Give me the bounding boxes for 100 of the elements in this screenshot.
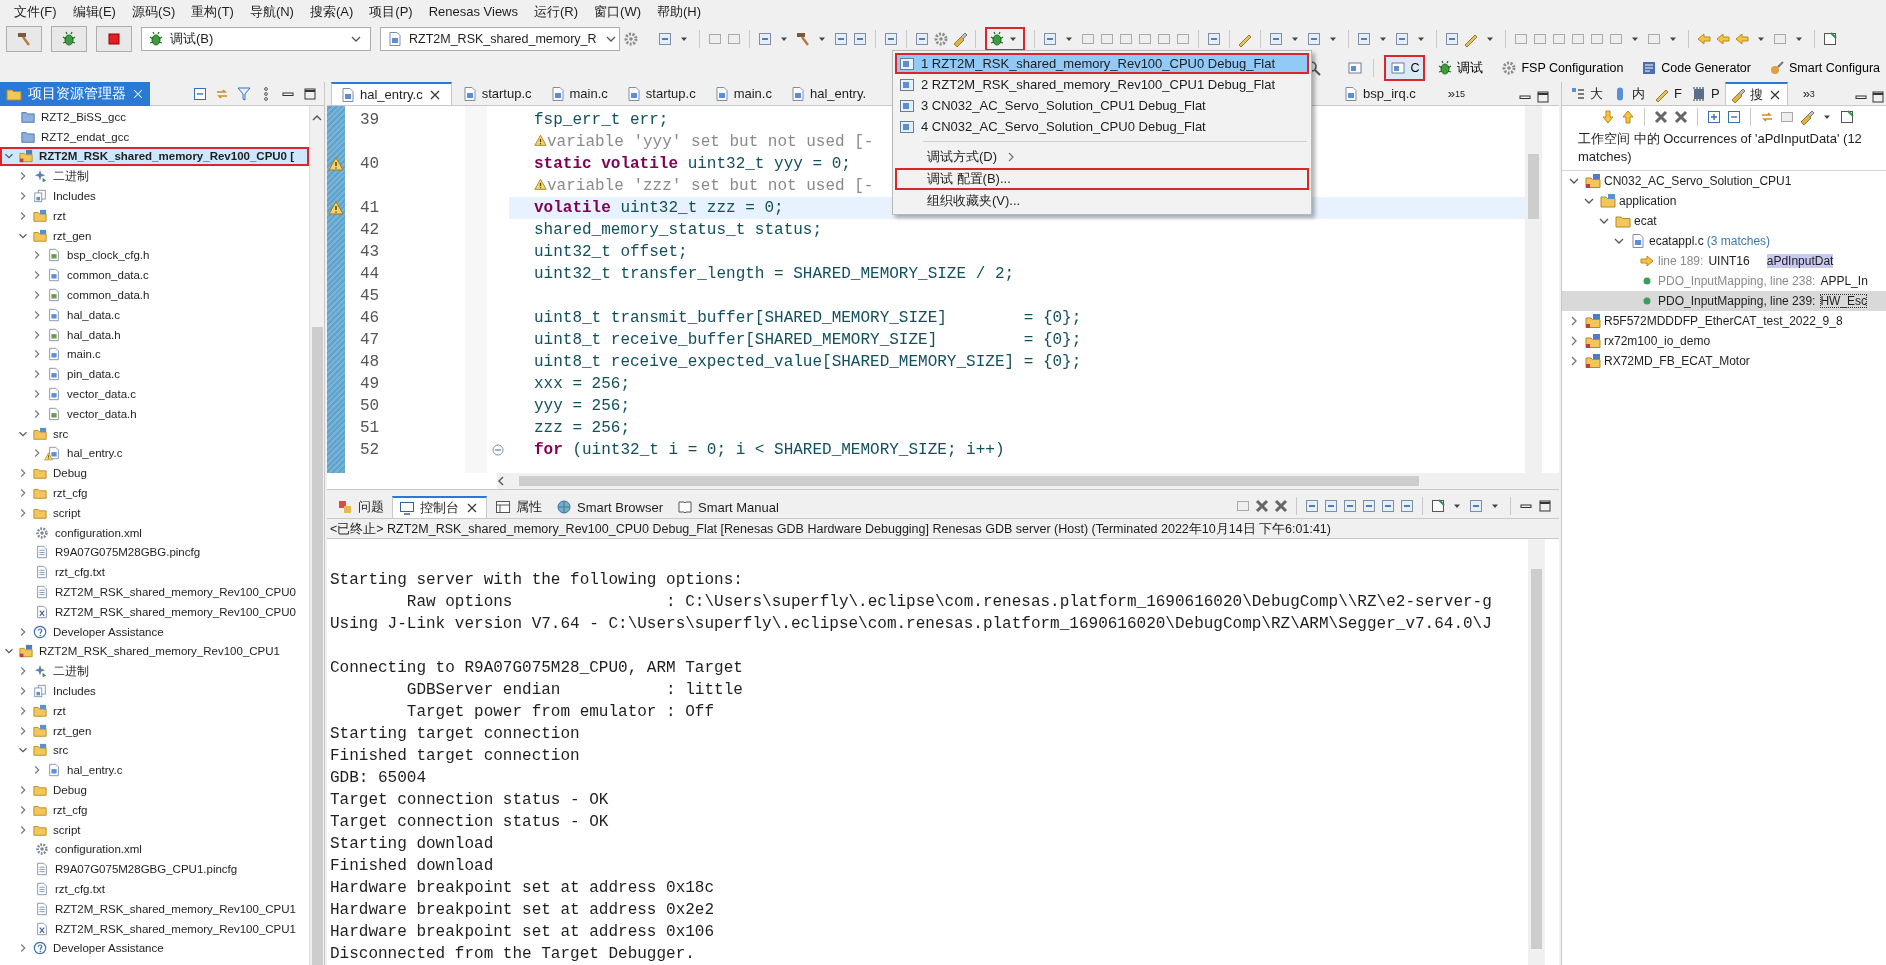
menu-item[interactable]: 项目(P) [361, 1, 421, 23]
build-button[interactable] [6, 26, 42, 52]
toolbar-icon[interactable] [1268, 31, 1284, 47]
remove-all-icon[interactable] [1673, 109, 1689, 125]
toolbar-icon[interactable] [1304, 498, 1320, 514]
scrollbar[interactable] [1528, 539, 1545, 965]
debug-button[interactable] [51, 26, 87, 52]
toolbar-icon[interactable] [657, 31, 673, 47]
tree-item[interactable]: application [1562, 191, 1886, 211]
view-tab[interactable]: Smart Browser [550, 496, 669, 518]
perspective-button[interactable]: 调试 [1431, 55, 1490, 81]
toolbar-icon[interactable] [833, 31, 849, 47]
expand-all-icon[interactable] [1706, 109, 1722, 125]
search-result[interactable]: PDO_InputMapping, line 238: APPL_In [1562, 271, 1886, 291]
editor-tab[interactable]: startup.c [617, 82, 704, 105]
tree-item[interactable]: Developer Assistance [0, 938, 309, 959]
caret-icon[interactable] [497, 476, 505, 486]
tree-item[interactable]: Debug [0, 780, 309, 800]
view-tab[interactable]: 问题 [331, 496, 390, 518]
remove-icon[interactable] [1254, 498, 1270, 514]
toolbar-icon[interactable] [1468, 498, 1484, 514]
tree-item[interactable]: bsp_clock_cfg.h [0, 245, 309, 266]
editor-tab[interactable]: hal_entry.c [331, 82, 452, 105]
tree-item[interactable]: R9A07G075M28GBG.pincfg [0, 542, 309, 563]
toolbar-icon[interactable] [1042, 31, 1058, 47]
tree-item[interactable]: RZT2M_RSK_shared_memory_Rev100_CPU0 [0, 582, 309, 602]
remove-icon[interactable] [1653, 109, 1669, 125]
toolbar-icon[interactable] [852, 31, 868, 47]
maximize-icon[interactable] [302, 85, 318, 102]
tree-item[interactable]: RZT2M_RSK_shared_memory_Rev100_CPU1 [0, 898, 309, 919]
tree-item[interactable]: rzt_cfg.txt [0, 879, 309, 899]
tree-item[interactable]: R5F572MDDDFP_EtherCAT_test_2022_9_8 [1562, 311, 1886, 331]
search-result[interactable]: line 189: UINT16 aPdInputDat [1562, 251, 1886, 271]
filter-icon[interactable] [236, 85, 252, 102]
tree-item[interactable]: src [0, 423, 309, 444]
toolbar-icon[interactable] [883, 31, 899, 47]
tree-item[interactable]: RZT2M_RSK_shared_memory_Rev100_CPU0 [0, 601, 309, 622]
tree-item[interactable]: vector_data.c [0, 384, 309, 404]
search-result[interactable]: PDO_InputMapping, line 239: HW_Esc [1562, 291, 1886, 311]
view-tab[interactable]: F [1650, 82, 1686, 105]
gear-icon[interactable] [933, 31, 949, 47]
tree-item[interactable]: RX72MD_FB_ECAT_Motor [1562, 351, 1886, 371]
tree-item[interactable]: ecat [1562, 211, 1886, 231]
tree-item[interactable]: rzt [0, 700, 309, 721]
tree-item[interactable]: RZT2_endat_gcc [0, 126, 309, 147]
tree-item[interactable]: common_data.c [0, 265, 309, 286]
toolbar-icon[interactable] [1380, 498, 1396, 514]
tree-item[interactable]: Includes [0, 681, 309, 701]
tree-item[interactable]: R9A07G075M28GBG_CPU1.pincfg [0, 859, 309, 880]
view-tab[interactable]: 控制台 [392, 496, 487, 518]
menu-item[interactable]: 调试方式(D) [895, 146, 1309, 168]
tree-item[interactable]: RZT2M_RSK_shared_memory_Rev100_CPU1 [0, 918, 309, 939]
tree-item[interactable]: hal_entry.c [0, 443, 309, 464]
tree-item[interactable]: RZT2M_RSK_shared_memory_Rev100_CPU1 [0, 641, 309, 662]
collapse-icon[interactable] [490, 442, 506, 458]
tree-item[interactable]: rzt_gen [0, 225, 309, 246]
scrollbar[interactable] [1525, 106, 1542, 473]
tree-item[interactable]: rzt_gen [0, 720, 309, 741]
tree-item[interactable]: RZT2M_RSK_shared_memory_Rev100_CPU0 [ [0, 146, 309, 167]
menu-item[interactable]: 重构(T) [183, 1, 242, 23]
toolbar-icon[interactable] [1822, 31, 1838, 47]
tree-item[interactable]: 二进制 [0, 166, 309, 187]
toolbar-icon[interactable] [1323, 498, 1339, 514]
toolbar-icon[interactable] [1306, 31, 1322, 47]
perspective-button[interactable]: C [1384, 55, 1426, 81]
scrollbar[interactable] [309, 106, 324, 965]
view-tab[interactable]: 属性 [489, 496, 548, 518]
menu-item[interactable]: 1 RZT2M_RSK_shared_memory_Rev100_CPU0 Debug_Flat [895, 53, 1309, 74]
toolbar-icon[interactable] [1361, 498, 1377, 514]
menu-item[interactable]: Renesas Views [420, 1, 526, 23]
tree-item[interactable]: rzt_cfg [0, 799, 309, 820]
caret-icon[interactable] [312, 114, 322, 122]
view-tab[interactable]: Smart Manual [670, 496, 785, 518]
hammer-icon[interactable] [795, 31, 811, 47]
toolbar-icon[interactable] [757, 31, 773, 47]
stop-button[interactable] [96, 26, 132, 52]
tree-item[interactable]: hal_data.h [0, 324, 309, 345]
scrollbar[interactable] [497, 473, 1559, 489]
editor-tab[interactable]: main.c [541, 82, 616, 105]
editor-tab[interactable]: hal_entry. [781, 82, 875, 105]
tree-item[interactable]: Includes [0, 186, 309, 206]
toolbar-icon[interactable] [1444, 31, 1460, 47]
launch-mode-dropdown[interactable]: 调试(B) [141, 27, 371, 51]
perspective-button[interactable]: FSP Configuration [1495, 55, 1630, 81]
menu-item[interactable]: 运行(R) [526, 1, 587, 23]
menu-item[interactable]: 文件(F) [6, 1, 65, 23]
tree-item[interactable]: script [0, 502, 309, 523]
tree-item[interactable]: rzt [0, 206, 309, 226]
menu-item[interactable]: 调试 配置(B)... [895, 168, 1309, 190]
tree-item[interactable]: rzt_cfg [0, 483, 309, 503]
tree-item[interactable]: main.c [0, 344, 309, 365]
toolbar-icon[interactable] [1356, 31, 1372, 47]
tree-item[interactable]: CN032_AC_Servo_Solution_CPU1 [1562, 171, 1886, 191]
menu-item[interactable]: 3 CN032_AC_Servo_Solution_CPU1 Debug_Flat [895, 95, 1309, 116]
perspective-button[interactable]: Smart Configura [1763, 55, 1886, 81]
gear-icon[interactable] [623, 31, 639, 47]
tree-item[interactable]: vector_data.h [0, 403, 309, 424]
toolbar-icon[interactable] [1342, 498, 1358, 514]
toolbar-icon[interactable] [1394, 31, 1410, 47]
maximize-icon[interactable] [1537, 498, 1553, 514]
